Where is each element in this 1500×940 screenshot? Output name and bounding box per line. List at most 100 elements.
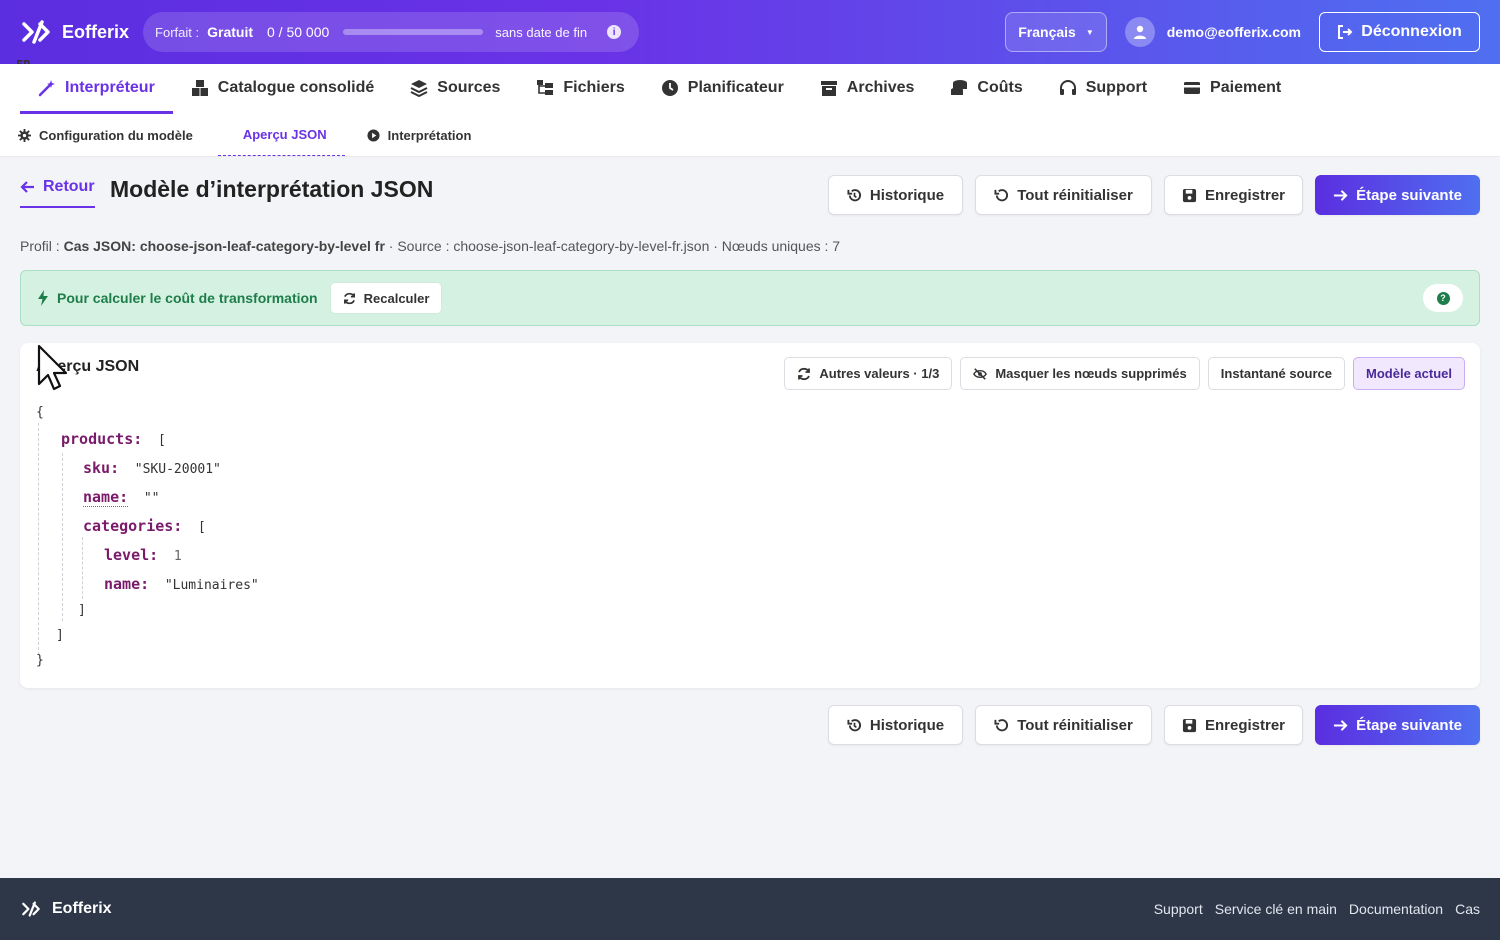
reset-all-label: Tout réinitialiser (1017, 186, 1133, 204)
nav-item-couts[interactable]: Coûts (932, 64, 1040, 114)
language-select[interactable]: FR Français ▼ (16, 12, 1107, 72)
nav-item-fichiers[interactable]: Fichiers (518, 64, 642, 114)
user-menu[interactable]: demo@eofferix.com (1124, 17, 1301, 47)
json-key[interactable]: name: (83, 488, 129, 507)
back-link[interactable]: Retour (20, 178, 95, 208)
json-close-bracket: ] (56, 628, 64, 643)
chevron-down-icon: ▼ (1085, 27, 1094, 37)
indent-guide (62, 453, 63, 621)
json-line-categories: categories: [ (83, 517, 206, 535)
nav-item-catalogue[interactable]: Catalogue consolidé (173, 64, 392, 114)
info-icon[interactable]: i (607, 25, 622, 39)
nav-item-sources[interactable]: Sources (392, 64, 518, 114)
arrow-left-icon (20, 181, 34, 193)
current-model-label: Modèle actuel (1366, 366, 1452, 381)
nav-item-interpreteur[interactable]: Interpréteur (20, 64, 173, 114)
gear-icon (18, 128, 31, 142)
headset-icon (1059, 79, 1076, 95)
save-button[interactable]: Enregistrer (1164, 705, 1303, 745)
footer-brand[interactable]: Eofferix (20, 900, 112, 918)
eye-slash-icon (973, 367, 988, 380)
json-key[interactable]: sku: (83, 459, 119, 477)
tab-label: Interprétation (387, 127, 472, 143)
next-step-label: Étape suivante (1356, 716, 1462, 734)
footer-link-service[interactable]: Service clé en main (1215, 901, 1337, 917)
tab-apercu-json[interactable]: Aperçu JSON (217, 114, 345, 156)
other-values-button[interactable]: Autres valeurs · 1/3 (784, 357, 953, 390)
json-line-name: name: "" (83, 488, 160, 507)
save-button[interactable]: Enregistrer (1164, 175, 1303, 215)
json-value: "" (143, 491, 160, 506)
footer-links: Support Service clé en main Documentatio… (1154, 901, 1480, 917)
nav-item-label: Archives (846, 78, 915, 96)
recalculate-button[interactable]: Recalculer (329, 282, 443, 314)
profile-label: Profil : (20, 238, 60, 254)
history-icon (847, 718, 861, 731)
source-snapshot-button[interactable]: Instantané source (1207, 357, 1346, 390)
reset-all-label: Tout réinitialiser (1017, 716, 1133, 734)
reset-all-button[interactable]: Tout réinitialiser (975, 705, 1152, 745)
clock-icon (661, 79, 678, 96)
logout-label: Déconnexion (1361, 23, 1462, 40)
json-key[interactable]: products: (61, 430, 142, 448)
tab-configuration[interactable]: Configuration du modèle (18, 114, 218, 156)
profile-value: Cas JSON: choose-json-leaf-category-by-l… (63, 238, 385, 254)
main-nav: Interpréteur Catalogue consolidé Sources… (0, 64, 1500, 114)
json-line-category-name: name: "Luminaires" (104, 575, 259, 593)
archive-icon (820, 80, 837, 96)
plan-label: Forfait : (155, 24, 200, 40)
brand[interactable]: Eofferix (20, 18, 129, 46)
boxes-icon (191, 79, 208, 96)
arrow-right-icon (1334, 719, 1348, 731)
profile-meta: Profil : Cas JSON: choose-json-leaf-cate… (20, 238, 840, 254)
hide-deleted-nodes-button[interactable]: Masquer les nœuds supprimés (960, 357, 1200, 390)
history-button[interactable]: Historique (828, 705, 963, 745)
tab-interpretation[interactable]: Interprétation (367, 114, 497, 156)
nav-item-paiement[interactable]: Paiement (1165, 64, 1299, 114)
nav-item-planificateur[interactable]: Planificateur (643, 64, 802, 114)
reset-all-button[interactable]: Tout réinitialiser (975, 175, 1152, 215)
indent-guide (82, 537, 83, 599)
play-icon (367, 128, 380, 142)
history-label: Historique (869, 716, 945, 734)
history-icon (847, 188, 861, 201)
next-step-button[interactable]: Étape suivante (1315, 705, 1480, 745)
cost-notice: Pour calculer le coût de transformation … (20, 270, 1480, 326)
folder-tree-icon (537, 79, 554, 95)
nav-item-label: Fichiers (563, 78, 625, 96)
footer-link-support[interactable]: Support (1154, 901, 1203, 917)
layers-icon (410, 79, 428, 97)
mouse-cursor-icon (37, 344, 68, 391)
logout-button[interactable]: Déconnexion (1319, 12, 1480, 52)
footer-brand-name: Eofferix (52, 900, 112, 917)
indent-guide (38, 423, 39, 655)
json-value: 1 (173, 549, 182, 564)
json-line-products: products: [ (61, 430, 166, 448)
tab-label: Aperçu JSON (242, 127, 327, 142)
json-key[interactable]: name: (104, 575, 149, 593)
next-step-label: Étape suivante (1356, 186, 1462, 204)
language-name: Français (1018, 24, 1076, 40)
refresh-icon (798, 367, 811, 380)
other-values-label: Autres valeurs · 1/3 (819, 366, 940, 381)
brand-name: Eofferix (62, 21, 130, 42)
nav-item-support[interactable]: Support (1041, 64, 1165, 114)
logo-icon (22, 901, 40, 917)
json-close-brace: } (36, 653, 44, 668)
refresh-icon (343, 292, 355, 304)
plan-tier: Gratuit (207, 24, 253, 40)
footer-link-cas[interactable]: Cas (1455, 901, 1480, 917)
history-button[interactable]: Historique (828, 175, 963, 215)
help-button[interactable]: ? (1423, 284, 1463, 312)
json-value: "Luminaires" (164, 578, 259, 593)
footer-link-documentation[interactable]: Documentation (1349, 901, 1443, 917)
next-step-button[interactable]: Étape suivante (1315, 175, 1480, 215)
json-key[interactable]: categories: (83, 517, 182, 535)
json-key[interactable]: level: (104, 546, 158, 564)
current-model-button[interactable]: Modèle actuel (1353, 357, 1465, 390)
logout-icon (1338, 25, 1353, 39)
tab-label: Configuration du modèle (39, 127, 193, 143)
coins-icon (951, 79, 968, 95)
nav-item-archives[interactable]: Archives (802, 64, 933, 114)
magic-wand-icon (38, 79, 55, 96)
